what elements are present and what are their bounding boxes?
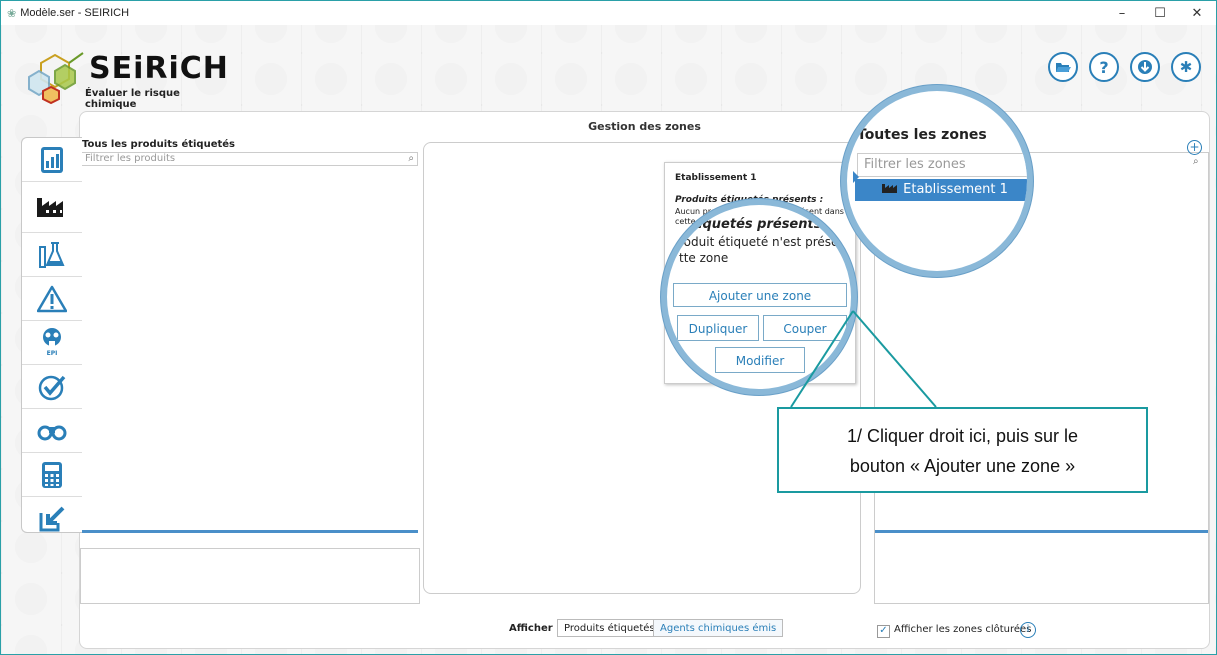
- bottom-bar: Afficher : Produits étiquetés Agents chi…: [79, 613, 1208, 647]
- show-closed-zones-label: Afficher les zones clôturées: [894, 624, 1032, 635]
- info-icon[interactable]: i: [1020, 622, 1036, 638]
- instruction-callout: 1/ Cliquer droit ici, puis sur le bouton…: [777, 407, 1148, 493]
- display-label: Afficher :: [509, 623, 561, 634]
- app-window: ❀ Modèle.ser - SEIRICH – ☐ ✕ SEiRiCH Éva…: [0, 0, 1217, 655]
- show-closed-zones-checkbox[interactable]: ✓: [877, 625, 890, 638]
- callout-line-2: bouton « Ajouter une zone »: [849, 456, 1076, 476]
- toggle-emitted-agents[interactable]: Agents chimiques émis: [653, 619, 784, 637]
- callout-line-1: 1/ Cliquer droit ici, puis sur le: [846, 426, 1079, 446]
- toggle-labelled-products[interactable]: Produits étiquetés: [557, 619, 662, 637]
- callout-lines: [790, 310, 937, 408]
